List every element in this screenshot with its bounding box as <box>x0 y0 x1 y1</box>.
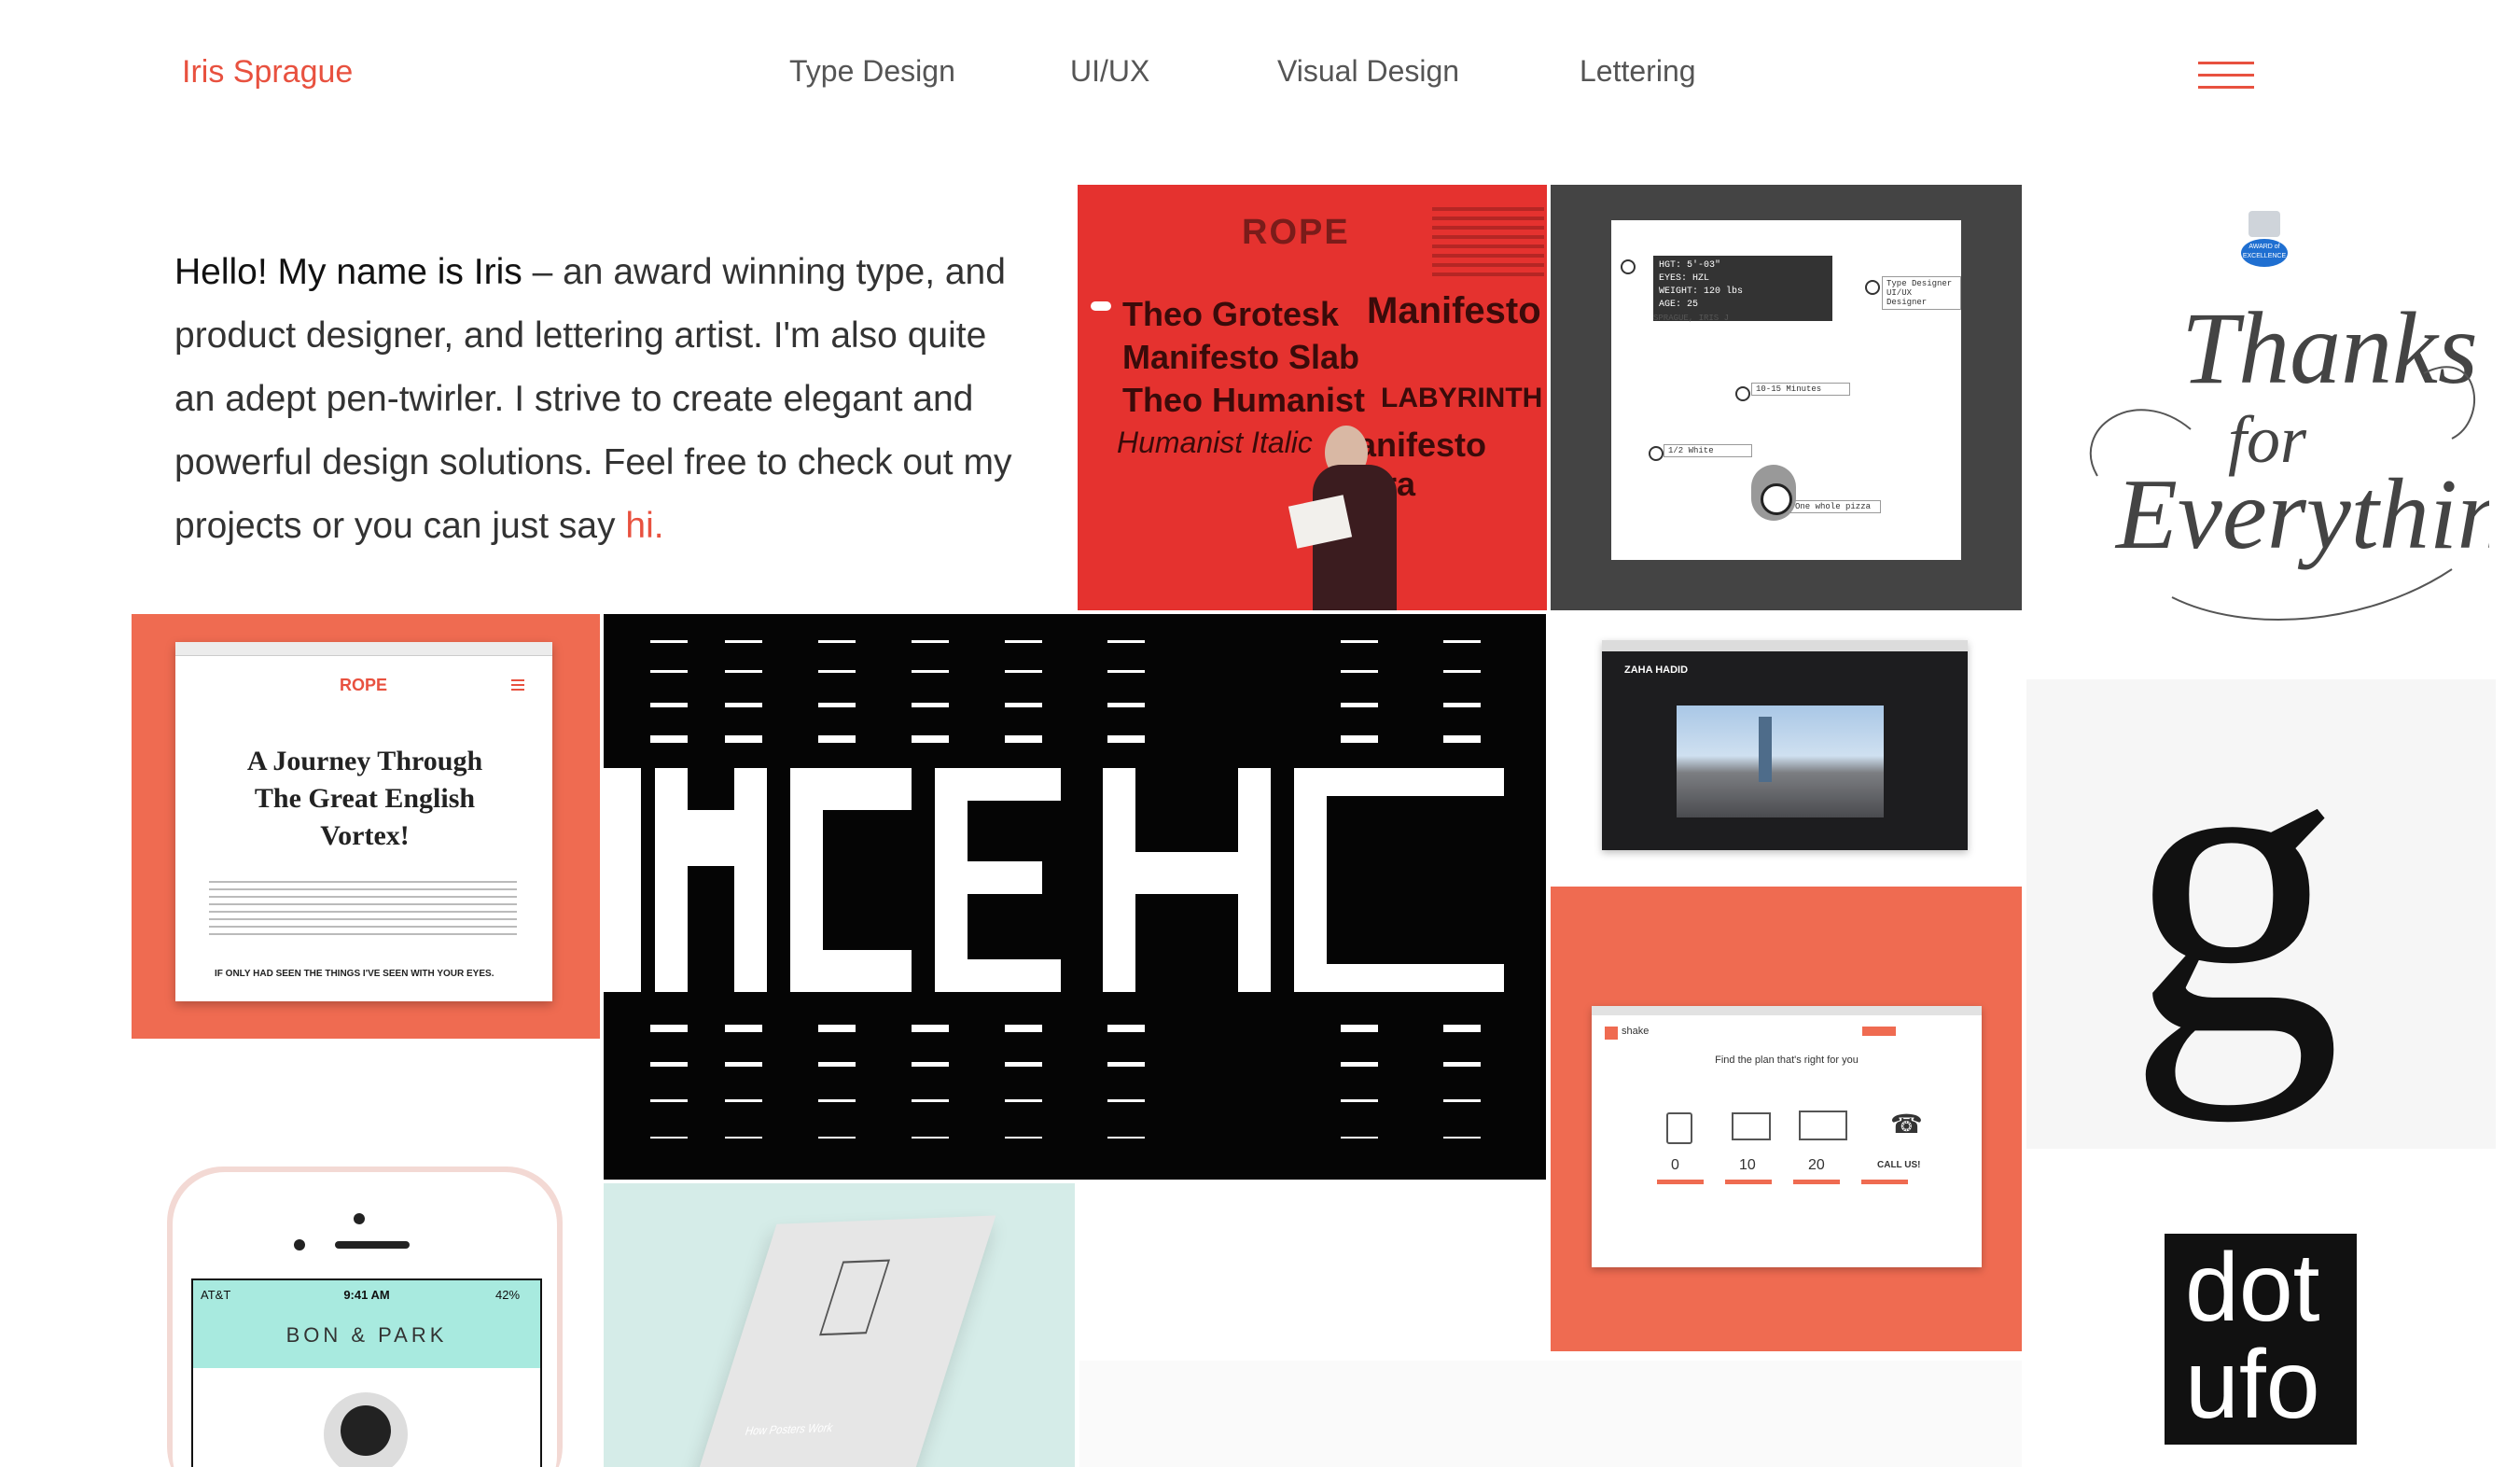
arrow-icon <box>1091 301 1111 311</box>
glyph-g: g <box>2127 679 2342 1123</box>
project-tile-shake[interactable]: shake Find the plan that's right for you… <box>1551 887 2022 1351</box>
shake-logo-icon <box>1605 1027 1618 1040</box>
status-time: 9:41 AM <box>343 1288 390 1302</box>
zaha-title: ZAHA HADID <box>1624 664 1689 676</box>
phone-sensor <box>294 1239 305 1250</box>
note-minutes: 10-15 Minutes <box>1751 383 1851 396</box>
journey-logo: ROPE <box>340 676 388 694</box>
display-type-artwork <box>604 640 1504 1139</box>
search-icon <box>1865 280 1880 295</box>
nav-lettering[interactable]: Lettering <box>1580 54 1696 89</box>
note-pizza: One whole pizza <box>1790 500 1882 513</box>
note-type-designer: Type Designer UI/UX Designer <box>1882 276 1961 310</box>
shake-headline: Find the plan that's right for you <box>1715 1055 1859 1066</box>
browser-window: shake Find the plan that's right for you… <box>1592 1006 1982 1267</box>
infographic-caption: SPRAGUE, IRIS J <box>1653 314 1730 323</box>
award-badge: AWARD of EXCELLENCE <box>2241 211 2288 272</box>
search-icon <box>1621 259 1636 274</box>
price-business: 20 <box>1808 1157 1825 1173</box>
phone-screen: AT&T 9:41 AM 42% BON & PARK <box>191 1278 542 1467</box>
intro-hello: Hello! My name is Iris <box>174 252 522 292</box>
journey-headline: A Journey Through The Great English Vort… <box>246 746 483 851</box>
menu-icon <box>511 679 524 681</box>
project-tile-dotufo[interactable]: dot ufo <box>2165 1234 2357 1445</box>
swash-ornament <box>2090 366 2475 621</box>
desktop-icon <box>1799 1111 1847 1140</box>
poster-line-3: Manifesto Slab <box>1122 338 1360 376</box>
phone-icon <box>1666 1112 1692 1144</box>
avatar <box>324 1392 408 1467</box>
note-white: 1/2 White <box>1664 444 1752 457</box>
poster-line-1: Theo Grotesk <box>1122 295 1340 333</box>
search-icon <box>1735 386 1750 401</box>
nav-ui-ux[interactable]: UI/UX <box>1070 54 1149 89</box>
browser-window: ZAHA HADID <box>1602 640 1968 850</box>
nav-type-design[interactable]: Type Design <box>789 54 955 89</box>
price-free: 0 <box>1671 1157 1679 1173</box>
price-entrepreneur: 10 <box>1739 1157 1756 1173</box>
search-icon <box>1649 446 1664 461</box>
building-photo <box>1677 706 1884 817</box>
browser-window: ROPE A Journey Through The Great English… <box>175 642 552 1001</box>
project-tile-display-type[interactable] <box>604 614 1546 1180</box>
price-team: CALL US! <box>1877 1160 1921 1170</box>
book-cover: How Posters Work <box>687 1215 996 1467</box>
project-tile-book[interactable]: How Posters Work <box>604 1183 1075 1467</box>
clock-icon <box>1761 483 1792 515</box>
book-title: How Posters Work <box>743 1420 835 1438</box>
shake-brand: shake <box>1622 1026 1650 1037</box>
project-tile-zaha-hadid[interactable]: ZAHA HADID <box>1551 614 2022 885</box>
app-title: BON & PARK <box>285 1323 448 1347</box>
poster-line-6: Humanist Italic <box>1117 426 1313 459</box>
phone-frame: AT&T 9:41 AM 42% BON & PARK <box>167 1167 563 1467</box>
brand-logo[interactable]: Iris Sprague <box>182 54 353 91</box>
book-illustration <box>819 1259 891 1336</box>
intro-body: – an award winning type, and product des… <box>174 252 1012 546</box>
poster-line-5: LABYRINTH <box>1381 383 1543 413</box>
tablet-icon <box>1732 1112 1771 1140</box>
project-tile-rope-poster[interactable]: ROPE Theo Grotesk Manifesto Manifesto Sl… <box>1078 185 1547 610</box>
telephone-icon: ☎ <box>1890 1110 1923 1139</box>
journey-body-text <box>209 875 517 941</box>
stats-box: HGT: 5'-03" EYES: HZL WEIGHT: 120 lbs AG… <box>1653 256 1832 321</box>
phone-camera <box>354 1213 365 1224</box>
rope-logo: ROPE <box>1242 213 1350 252</box>
say-hi-link[interactable]: hi. <box>625 506 663 546</box>
project-tile-bon-park[interactable]: AT&T 9:41 AM 42% BON & PARK <box>132 1157 600 1467</box>
nav-visual-design[interactable]: Visual Design <box>1277 54 1459 89</box>
menu-icon[interactable] <box>2198 62 2254 93</box>
dotufo-line1: dot <box>2185 1234 2320 1342</box>
project-tile-placeholder <box>1079 1361 2022 1467</box>
poster-line-4: Theo Humanist <box>1122 381 1366 419</box>
signup-button <box>1862 1027 1896 1036</box>
intro-text: Hello! My name is Iris – an award winnin… <box>174 241 1033 558</box>
project-tile-glyph[interactable]: g <box>2026 679 2496 1149</box>
project-tile-thanks-lettering[interactable]: Thanks for Everything <box>2060 289 2489 635</box>
project-tile-infographic[interactable]: HGT: 5'-03" EYES: HZL WEIGHT: 120 lbs AG… <box>1551 185 2022 610</box>
status-battery: 42% <box>495 1288 521 1302</box>
phone-speaker <box>335 1241 410 1249</box>
poster-line-2: Manifesto <box>1367 290 1541 331</box>
dotufo-line2: ufo <box>2185 1331 2320 1439</box>
journey-footer: IF ONLY HAD SEEN THE THINGS I'VE SEEN WI… <box>215 969 494 979</box>
project-tile-journey[interactable]: ROPE A Journey Through The Great English… <box>132 614 600 1039</box>
infographic-sheet: HGT: 5'-03" EYES: HZL WEIGHT: 120 lbs AG… <box>1611 220 1961 560</box>
